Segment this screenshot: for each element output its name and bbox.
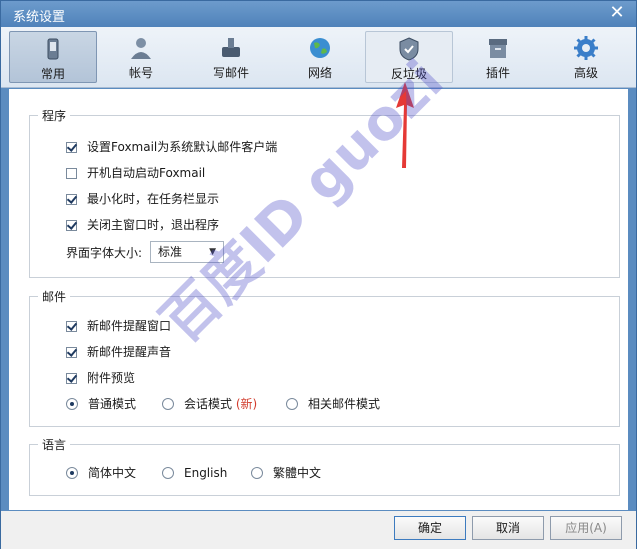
close-exit-label: 关闭主窗口时，退出程序	[87, 218, 220, 232]
user-icon	[131, 38, 151, 59]
radio[interactable]	[286, 398, 298, 410]
radio[interactable]	[66, 467, 78, 479]
new-mail-window-label: 新邮件提醒窗口	[87, 319, 172, 333]
shield-icon	[399, 37, 419, 61]
close-exit-checkbox[interactable]: 关闭主窗口时，退出程序	[66, 216, 219, 234]
dialog-footer: 确定 取消 应用(A)	[1, 511, 636, 549]
tab-advanced[interactable]: 高级	[542, 31, 630, 83]
radio[interactable]	[162, 398, 174, 410]
attachment-preview-checkbox[interactable]: 附件预览	[66, 369, 135, 387]
default-client-checkbox[interactable]: 设置Foxmail为系统默认邮件客户端	[66, 138, 277, 156]
tab-plugins-label: 插件	[485, 66, 510, 80]
program-group-title: 程序	[38, 107, 71, 124]
tab-antispam[interactable]: 反垃圾	[365, 31, 453, 83]
attachment-preview-label: 附件预览	[87, 371, 136, 385]
lang-zh-tw-label: 繁體中文	[273, 466, 322, 480]
language-group-title: 语言	[38, 436, 71, 453]
mode-normal-radio[interactable]: 普通模式	[66, 395, 136, 413]
close-icon[interactable]: ✕	[608, 4, 626, 22]
mail-group: 邮件 新邮件提醒窗口 新邮件提醒声音 附件预览 普通模式 会话模式 (新) 相关…	[29, 288, 620, 427]
settings-window: 系统设置 ✕ 常用 帐号 写邮件 网络 反垃圾 插件 高级 程序 设置Foxma…	[0, 0, 637, 549]
autostart-checkbox[interactable]: 开机自动启动Foxmail	[66, 164, 205, 182]
tab-network-label: 网络	[307, 66, 332, 80]
chevron-down-icon: ▼	[209, 247, 216, 257]
mail-group-title: 邮件	[38, 288, 71, 305]
mode-normal-label: 普通模式	[88, 397, 137, 411]
font-size-value: 标准	[158, 245, 183, 259]
mode-related-radio[interactable]: 相关邮件模式	[286, 395, 380, 413]
globe-icon	[310, 38, 330, 58]
tab-account-label: 帐号	[128, 66, 153, 80]
compose-icon	[222, 38, 240, 57]
checkbox[interactable]	[66, 372, 77, 384]
lang-zh-tw-radio[interactable]: 繁體中文	[251, 464, 321, 482]
minimize-taskbar-checkbox[interactable]: 最小化时，在任务栏显示	[66, 190, 219, 208]
language-group: 语言 简体中文 English 繁體中文	[29, 436, 620, 496]
settings-panel: 程序 设置Foxmail为系统默认邮件客户端 开机自动启动Foxmail 最小化…	[9, 89, 628, 510]
window-title: 系统设置	[13, 10, 66, 25]
box-icon	[489, 39, 507, 58]
checkbox[interactable]	[66, 346, 77, 358]
default-client-label: 设置Foxmail为系统默认邮件客户端	[87, 140, 278, 154]
tab-compose[interactable]: 写邮件	[187, 31, 275, 83]
gear-icon	[574, 36, 598, 60]
cancel-button[interactable]: 取消	[472, 516, 544, 540]
program-group: 程序 设置Foxmail为系统默认邮件客户端 开机自动启动Foxmail 最小化…	[29, 107, 620, 278]
title-bar: 系统设置 ✕	[1, 1, 636, 27]
new-mail-sound-checkbox[interactable]: 新邮件提醒声音	[66, 343, 171, 361]
settings-tabs: 常用 帐号 写邮件 网络 反垃圾 插件 高级	[1, 27, 636, 88]
checkbox[interactable]	[66, 219, 77, 231]
tab-advanced-label: 高级	[573, 66, 598, 80]
new-mail-window-checkbox[interactable]: 新邮件提醒窗口	[66, 317, 171, 335]
checkbox[interactable]	[66, 167, 77, 179]
tab-antispam-label: 反垃圾	[390, 67, 427, 81]
tab-compose-label: 写邮件	[212, 66, 249, 80]
minimize-taskbar-label: 最小化时，在任务栏显示	[87, 192, 220, 206]
radio[interactable]	[66, 398, 78, 410]
radio[interactable]	[162, 467, 174, 479]
radio[interactable]	[251, 467, 263, 479]
tab-general[interactable]: 常用	[9, 31, 97, 83]
new-badge: (新)	[235, 397, 258, 411]
tab-account[interactable]: 帐号	[97, 31, 185, 83]
ok-button[interactable]: 确定	[394, 516, 466, 540]
phone-icon	[47, 38, 59, 60]
tab-network[interactable]: 网络	[276, 31, 364, 83]
new-mail-sound-label: 新邮件提醒声音	[87, 345, 172, 359]
mode-conversation-label: 会话模式	[184, 397, 233, 411]
autostart-label: 开机自动启动Foxmail	[87, 166, 206, 180]
lang-en-radio[interactable]: English	[162, 464, 227, 482]
mode-related-label: 相关邮件模式	[308, 397, 381, 411]
mode-conversation-radio[interactable]: 会话模式 (新)	[162, 395, 257, 413]
lang-en-label: English	[184, 466, 228, 480]
font-size-label: 界面字体大小:	[66, 246, 143, 260]
tab-plugins[interactable]: 插件	[454, 31, 542, 83]
apply-button[interactable]: 应用(A)	[550, 516, 622, 540]
checkbox[interactable]	[66, 320, 77, 332]
font-size-select[interactable]: 标准 ▼	[150, 241, 224, 263]
tab-general-label: 常用	[40, 67, 65, 81]
lang-zh-cn-radio[interactable]: 简体中文	[66, 464, 136, 482]
checkbox[interactable]	[66, 193, 77, 205]
lang-zh-cn-label: 简体中文	[88, 466, 137, 480]
checkbox[interactable]	[66, 141, 77, 153]
